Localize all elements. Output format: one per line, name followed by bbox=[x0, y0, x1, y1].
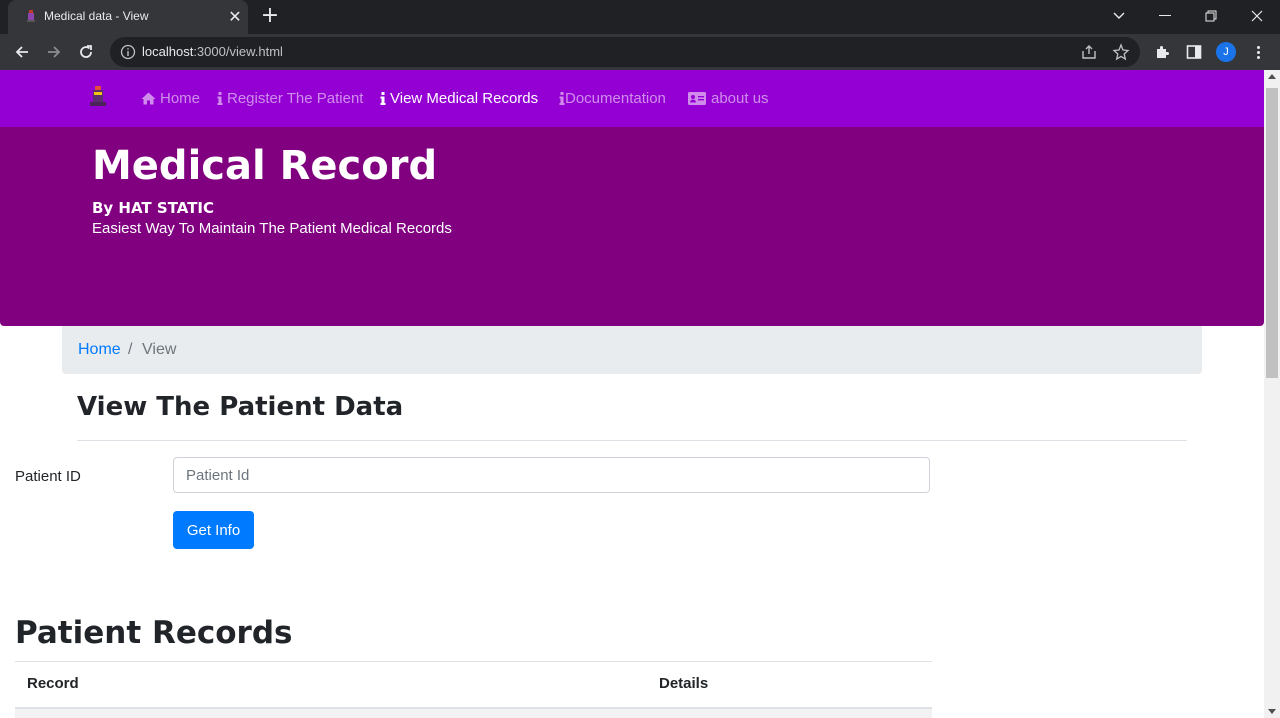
id-card-icon bbox=[688, 92, 706, 105]
nav-about-us[interactable]: about us bbox=[688, 90, 769, 107]
page-scrollbar[interactable] bbox=[1264, 70, 1280, 718]
close-tab-icon[interactable]: ✕ bbox=[227, 9, 243, 25]
site-navbar: Home Register The Patient View Medical R… bbox=[0, 70, 1264, 127]
form-heading: View The Patient Data bbox=[77, 392, 404, 422]
url-path: :3000/view.html bbox=[193, 44, 283, 59]
site-title: Medical Record bbox=[92, 143, 438, 189]
nav-view-records-label: View Medical Records bbox=[390, 90, 539, 107]
nav-documentation[interactable]: Documentation bbox=[559, 90, 666, 107]
breadcrumb: Home / View bbox=[62, 326, 1202, 374]
site-info-icon[interactable] bbox=[120, 44, 136, 60]
info-icon bbox=[217, 92, 223, 105]
scroll-down-arrow-icon[interactable] bbox=[1268, 709, 1276, 714]
reload-icon[interactable] bbox=[72, 38, 100, 66]
divider bbox=[77, 440, 1187, 441]
scrollbar-thumb[interactable] bbox=[1266, 88, 1278, 378]
jumbotron: Medical Record By HAT STATIC Easiest Way… bbox=[0, 127, 1264, 326]
nav-view-records[interactable]: View Medical Records bbox=[380, 90, 538, 107]
share-icon[interactable] bbox=[1080, 43, 1098, 61]
browser-toolbar: localhost:3000/view.html J bbox=[0, 34, 1280, 70]
profile-avatar[interactable]: J bbox=[1216, 42, 1236, 62]
browser-tab-strip: Medical data - View ✕ + bbox=[0, 0, 1280, 34]
nav-documentation-label: Documentation bbox=[565, 90, 666, 107]
patient-id-input[interactable] bbox=[173, 457, 930, 493]
tab-search-icon[interactable] bbox=[1096, 0, 1142, 32]
breadcrumb-separator: / bbox=[128, 341, 133, 358]
browser-tab[interactable]: Medical data - View ✕ bbox=[8, 0, 248, 34]
info-icon bbox=[380, 92, 386, 105]
browser-menu-icon[interactable] bbox=[1248, 42, 1268, 62]
new-tab-icon[interactable]: + bbox=[258, 4, 282, 28]
nav-home[interactable]: Home bbox=[141, 90, 200, 107]
table-row bbox=[15, 709, 932, 718]
forward-icon[interactable] bbox=[40, 38, 68, 66]
brand-logo-icon[interactable] bbox=[82, 82, 114, 114]
url-host: localhost bbox=[142, 44, 194, 59]
table-top-border bbox=[15, 661, 932, 662]
favicon-icon bbox=[27, 10, 35, 22]
column-header-details: Details bbox=[659, 675, 709, 692]
home-icon bbox=[141, 92, 156, 105]
bookmark-star-icon[interactable] bbox=[1112, 43, 1130, 61]
nav-register-label: Register The Patient bbox=[227, 90, 364, 107]
patient-id-label: Patient ID bbox=[15, 468, 81, 485]
restore-icon[interactable] bbox=[1188, 0, 1234, 32]
column-header-record: Record bbox=[27, 675, 79, 692]
nav-register-patient[interactable]: Register The Patient bbox=[217, 90, 363, 107]
breadcrumb-current: View bbox=[142, 341, 177, 358]
site-tagline: Easiest Way To Maintain The Patient Medi… bbox=[92, 220, 452, 237]
side-panel-icon[interactable] bbox=[1184, 42, 1204, 62]
nav-home-label: Home bbox=[160, 90, 201, 107]
url-text: localhost:3000/view.html bbox=[142, 44, 283, 59]
site-byline: By HAT STATIC bbox=[92, 199, 215, 217]
back-icon[interactable] bbox=[8, 38, 36, 66]
address-bar[interactable]: localhost:3000/view.html bbox=[110, 37, 1140, 67]
breadcrumb-home-link[interactable]: Home bbox=[78, 341, 121, 359]
close-window-icon[interactable] bbox=[1234, 0, 1280, 32]
tab-title: Medical data - View bbox=[44, 9, 149, 23]
page-viewport: Home Register The Patient View Medical R… bbox=[0, 70, 1264, 718]
records-heading: Patient Records bbox=[15, 615, 293, 651]
scroll-up-arrow-icon[interactable] bbox=[1268, 74, 1276, 79]
get-info-button[interactable]: Get Info bbox=[173, 511, 254, 549]
extensions-icon[interactable] bbox=[1152, 42, 1172, 62]
nav-about-label: about us bbox=[711, 90, 769, 107]
minimize-icon[interactable] bbox=[1142, 0, 1188, 32]
